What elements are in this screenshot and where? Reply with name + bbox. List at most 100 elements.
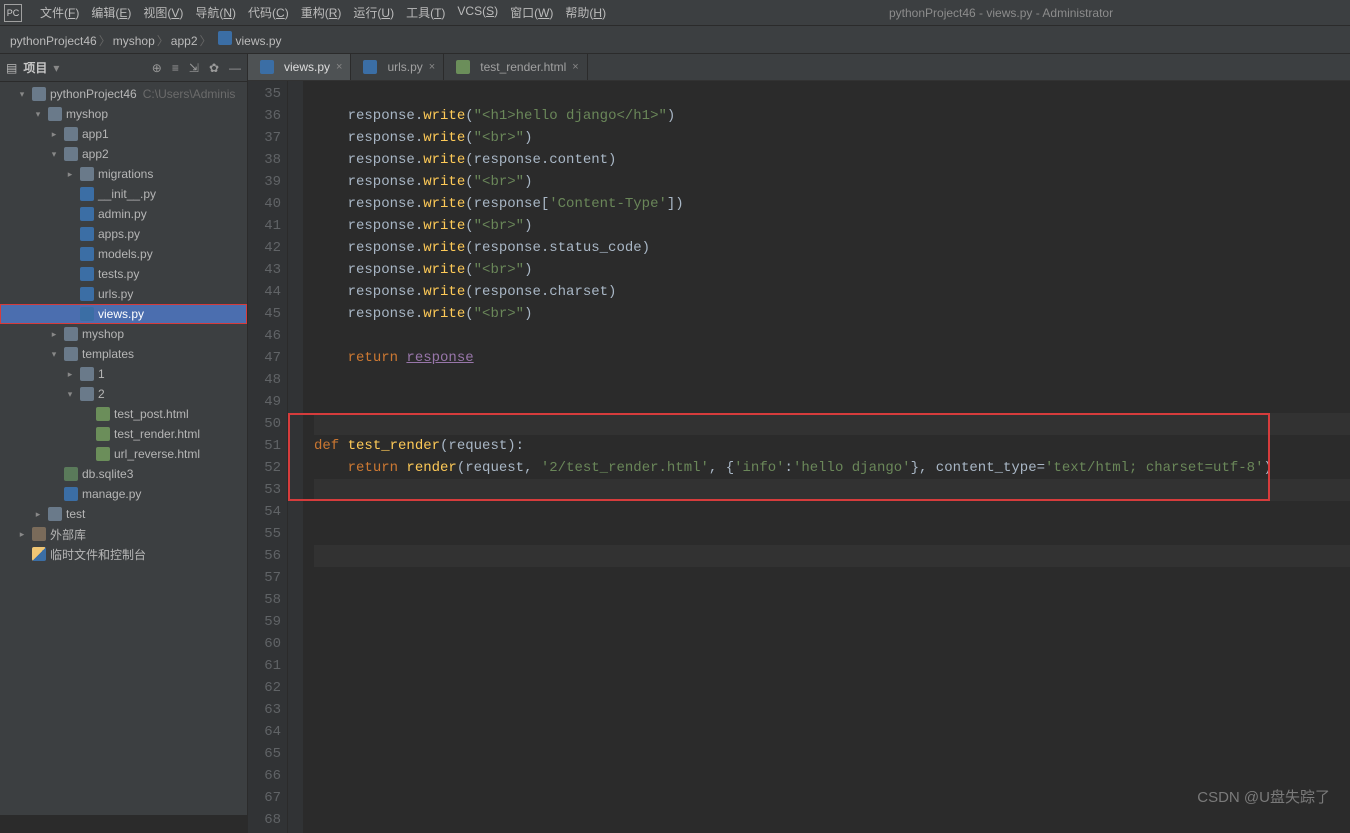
- code-line[interactable]: response.write(response['Content-Type']): [314, 193, 1350, 215]
- tree-node[interactable]: manage.py: [0, 484, 247, 504]
- menu-item[interactable]: VCS(S): [451, 2, 504, 23]
- tree-node[interactable]: test: [0, 504, 247, 524]
- editor-tab[interactable]: test_render.html×: [444, 54, 587, 80]
- arrow-open-icon[interactable]: [48, 349, 60, 360]
- code-line[interactable]: response.write(response.charset): [314, 281, 1350, 303]
- hide-icon[interactable]: —: [229, 61, 241, 75]
- arrow-closed-icon[interactable]: [48, 129, 60, 140]
- tree-node[interactable]: test_render.html: [0, 424, 247, 444]
- code-line[interactable]: def test_render(request):: [314, 435, 1350, 457]
- code-line[interactable]: [314, 479, 1350, 501]
- collapse-icon[interactable]: ⇲: [189, 61, 199, 75]
- tree-node[interactable]: db.sqlite3: [0, 464, 247, 484]
- dropdown-icon[interactable]: ▾: [53, 61, 59, 75]
- code-line[interactable]: response.write(response.content): [314, 149, 1350, 171]
- code-line[interactable]: [314, 787, 1350, 809]
- editor-tab[interactable]: views.py×: [248, 54, 351, 80]
- menu-item[interactable]: 窗口(W): [504, 2, 559, 23]
- menu-item[interactable]: 编辑(E): [85, 2, 137, 23]
- code-line[interactable]: response.write("<br>"): [314, 303, 1350, 325]
- arrow-closed-icon[interactable]: [48, 329, 60, 340]
- code-line[interactable]: [314, 721, 1350, 743]
- breadcrumb-item[interactable]: myshop: [111, 34, 157, 48]
- tree-node[interactable]: myshop: [0, 104, 247, 124]
- expand-icon[interactable]: ≡: [172, 61, 179, 75]
- menu-item[interactable]: 重构(R): [295, 2, 348, 23]
- settings-icon[interactable]: ✿: [209, 61, 219, 75]
- code-line[interactable]: [314, 765, 1350, 787]
- code-line[interactable]: [314, 809, 1350, 831]
- menu-item[interactable]: 帮助(H): [559, 2, 612, 23]
- code-line[interactable]: [314, 545, 1350, 567]
- tree-node[interactable]: app1: [0, 124, 247, 144]
- code-line[interactable]: response.write("<br>"): [314, 215, 1350, 237]
- menu-item[interactable]: 工具(T): [400, 2, 451, 23]
- tree-node[interactable]: tests.py: [0, 264, 247, 284]
- locate-icon[interactable]: ⊕: [152, 61, 162, 75]
- code-line[interactable]: [314, 633, 1350, 655]
- menu-item[interactable]: 文件(F): [34, 2, 85, 23]
- code-line[interactable]: [314, 325, 1350, 347]
- menu-item[interactable]: 代码(C): [242, 2, 295, 23]
- tree-node[interactable]: migrations: [0, 164, 247, 184]
- code-line[interactable]: [314, 391, 1350, 413]
- tree-node[interactable]: 临时文件和控制台: [0, 544, 247, 564]
- code-line[interactable]: [314, 567, 1350, 589]
- tree-node[interactable]: pythonProject46C:\Users\Adminis: [0, 84, 247, 104]
- tree-node[interactable]: __init__.py: [0, 184, 247, 204]
- code-line[interactable]: response.write("<br>"): [314, 171, 1350, 193]
- breadcrumb-item[interactable]: pythonProject46: [8, 34, 99, 48]
- project-tree[interactable]: pythonProject46C:\Users\Adminismyshopapp…: [0, 82, 247, 815]
- menu-item[interactable]: 视图(V): [137, 2, 189, 23]
- tree-node[interactable]: myshop: [0, 324, 247, 344]
- close-icon[interactable]: ×: [429, 61, 435, 73]
- fold-column[interactable]: [288, 81, 304, 833]
- code-line[interactable]: response.write("<br>"): [314, 259, 1350, 281]
- menu-item[interactable]: 运行(U): [347, 2, 400, 23]
- tree-node[interactable]: apps.py: [0, 224, 247, 244]
- tree-node[interactable]: templates: [0, 344, 247, 364]
- arrow-closed-icon[interactable]: [64, 169, 76, 180]
- breadcrumb-item[interactable]: views.py: [212, 34, 284, 48]
- code-line[interactable]: [314, 743, 1350, 765]
- editor-tab[interactable]: urls.py×: [351, 54, 444, 80]
- code-line[interactable]: [314, 523, 1350, 545]
- breadcrumb-item[interactable]: app2: [169, 34, 200, 48]
- tree-node[interactable]: test_post.html: [0, 404, 247, 424]
- code-editor[interactable]: 3536373839404142434445464748495051525354…: [248, 81, 1350, 833]
- code-line[interactable]: response.write("<h1>hello django</h1>"): [314, 105, 1350, 127]
- tree-node[interactable]: 外部库: [0, 524, 247, 544]
- code-line[interactable]: [314, 369, 1350, 391]
- code-line[interactable]: [314, 699, 1350, 721]
- arrow-open-icon[interactable]: [48, 149, 60, 160]
- arrow-open-icon[interactable]: [64, 389, 76, 400]
- arrow-open-icon[interactable]: [32, 109, 44, 120]
- code-line[interactable]: [314, 83, 1350, 105]
- code-line[interactable]: [314, 413, 1350, 435]
- code-line[interactable]: [314, 677, 1350, 699]
- arrow-closed-icon[interactable]: [16, 529, 28, 540]
- close-icon[interactable]: ×: [572, 61, 578, 73]
- arrow-closed-icon[interactable]: [32, 509, 44, 520]
- code-line[interactable]: [314, 589, 1350, 611]
- tree-node[interactable]: 1: [0, 364, 247, 384]
- code-content[interactable]: response.write("<h1>hello django</h1>") …: [304, 81, 1350, 833]
- tree-node[interactable]: admin.py: [0, 204, 247, 224]
- close-icon[interactable]: ×: [336, 61, 342, 73]
- code-line[interactable]: response.write(response.status_code): [314, 237, 1350, 259]
- code-line[interactable]: return render(request, '2/test_render.ht…: [314, 457, 1350, 479]
- tree-node[interactable]: models.py: [0, 244, 247, 264]
- tree-node[interactable]: views.py: [0, 304, 247, 324]
- arrow-closed-icon[interactable]: [64, 369, 76, 380]
- code-line[interactable]: [314, 501, 1350, 523]
- tree-node[interactable]: urls.py: [0, 284, 247, 304]
- code-line[interactable]: [314, 655, 1350, 677]
- tree-node[interactable]: 2: [0, 384, 247, 404]
- arrow-open-icon[interactable]: [16, 89, 28, 100]
- menu-item[interactable]: 导航(N): [189, 2, 242, 23]
- tree-node[interactable]: app2: [0, 144, 247, 164]
- code-line[interactable]: response.write("<br>"): [314, 127, 1350, 149]
- code-line[interactable]: return response: [314, 347, 1350, 369]
- tree-node[interactable]: url_reverse.html: [0, 444, 247, 464]
- code-line[interactable]: [314, 611, 1350, 633]
